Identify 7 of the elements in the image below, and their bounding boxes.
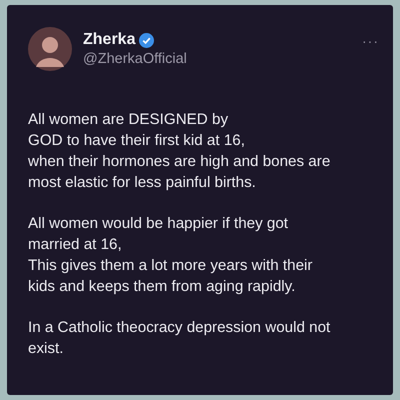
post-paragraph: In a Catholic theocracy depression would not exist. <box>28 318 332 359</box>
author-name[interactable]: Zherka <box>83 31 136 49</box>
post-paragraph: All women are DESIGNED by GOD to have their first kid at 16, when their hormones are high and bones are most elastic for less painful births. <box>28 110 332 193</box>
avatar-icon[interactable] <box>28 27 72 71</box>
author-handle[interactable]: @ZherkaOfficial <box>83 51 351 67</box>
post-paragraph: All women would be happier if they got married at 16, This gives them a lot more years with their kids and keeps them from aging rapidly. <box>28 214 314 297</box>
more-button[interactable]: ··· <box>362 33 379 49</box>
